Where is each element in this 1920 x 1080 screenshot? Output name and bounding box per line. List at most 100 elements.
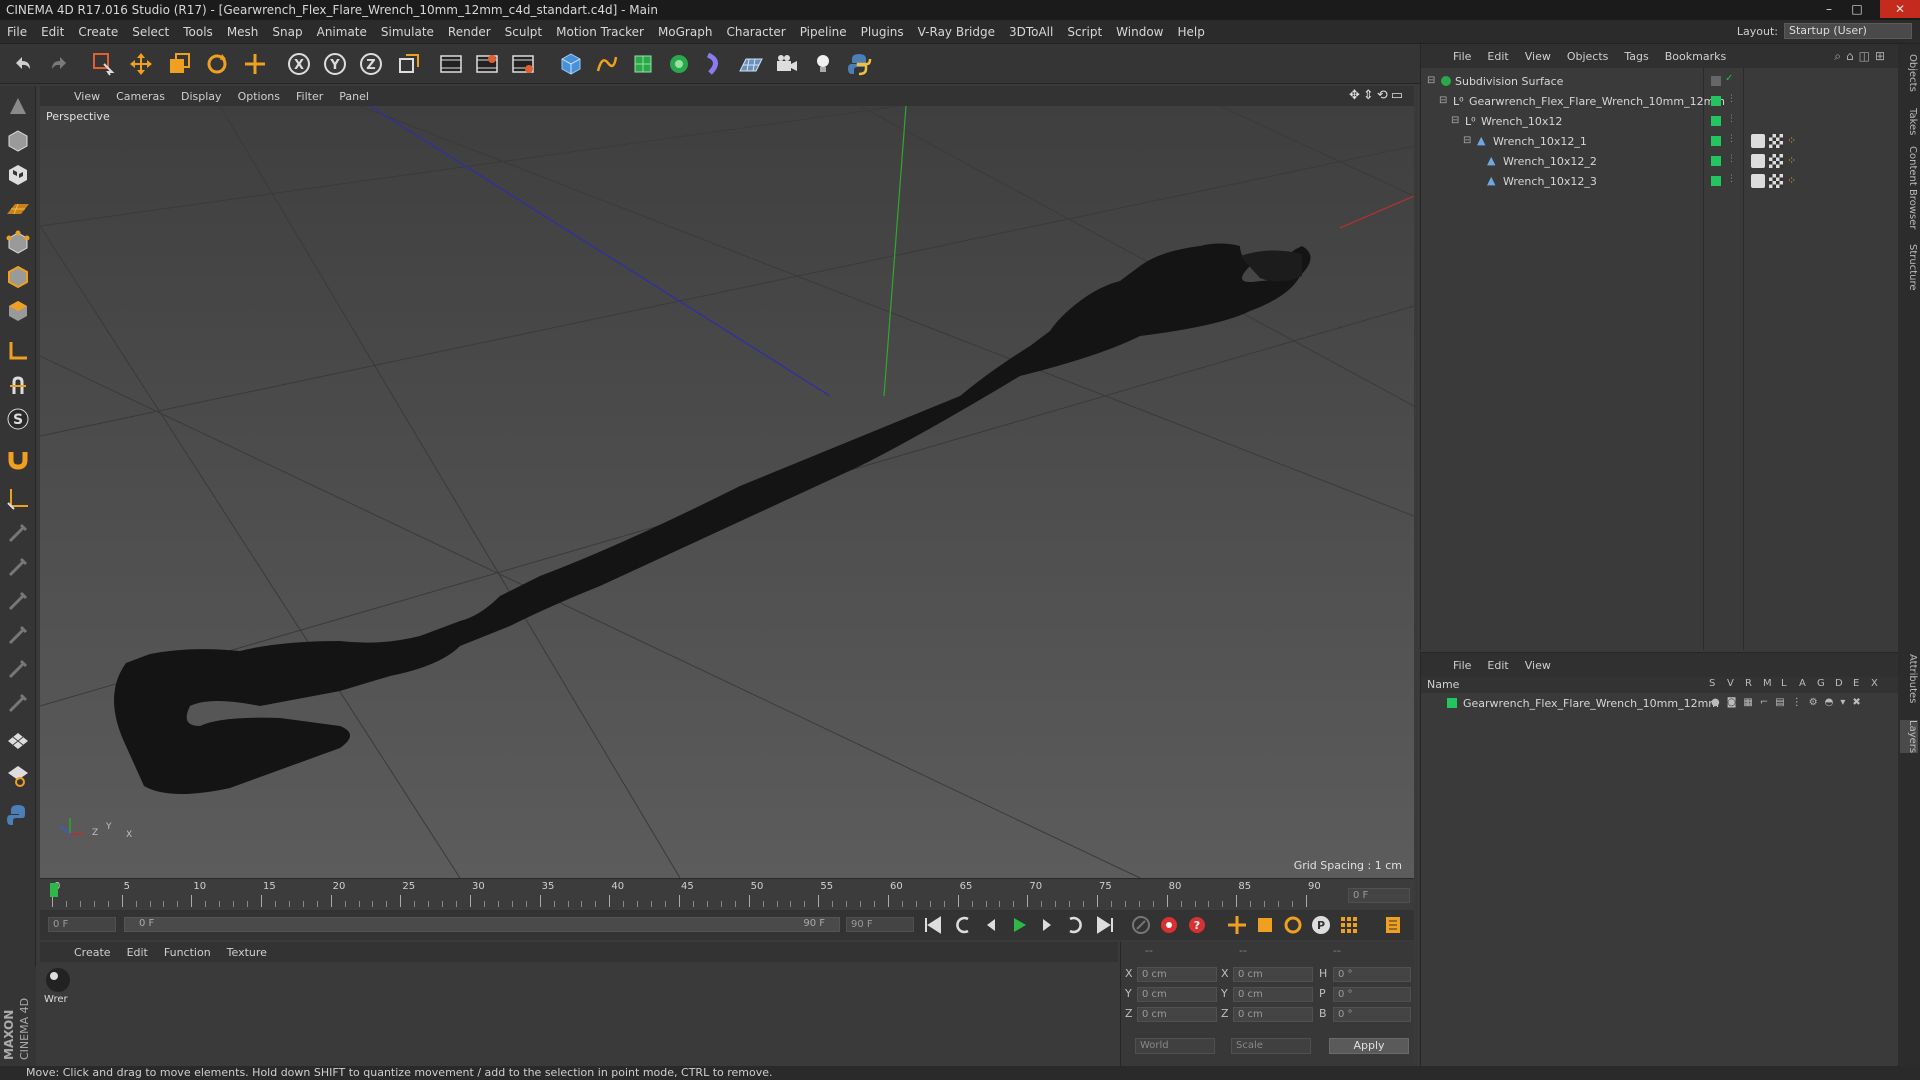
python-icon[interactable] xyxy=(844,49,874,79)
key-point-level-icon[interactable] xyxy=(1336,912,1362,938)
tree-row[interactable]: ▲ Wrench_10x12_2 ⋮ ⁘ xyxy=(1421,152,1899,172)
apply-button[interactable]: Apply xyxy=(1329,1038,1409,1054)
render-to-picture-viewer-icon[interactable] xyxy=(472,49,502,79)
layout-dropdown[interactable]: Startup (User) xyxy=(1784,23,1912,39)
magnet-icon[interactable] xyxy=(3,444,33,474)
start-frame-field[interactable]: 0 F xyxy=(48,917,116,932)
phong-tag-icon[interactable]: ⁘ xyxy=(1787,134,1796,147)
rot-h-field[interactable]: 0 ° xyxy=(1333,967,1411,982)
tab-attributes[interactable]: Attributes xyxy=(1900,654,1918,703)
layer-swatch[interactable] xyxy=(1711,116,1721,126)
layer-column-header[interactable]: S xyxy=(1709,678,1715,689)
texture-mode-icon[interactable] xyxy=(3,160,33,190)
layer-swatch[interactable] xyxy=(1711,176,1721,186)
floor-icon[interactable] xyxy=(736,49,766,79)
layer-column-header[interactable]: R xyxy=(1745,678,1752,689)
tree-row[interactable]: ⊟ L⁰ Wrench_10x12 ⋮ xyxy=(1421,112,1899,132)
menu-file[interactable]: File xyxy=(0,25,34,39)
viewport-menu-panel[interactable]: Panel xyxy=(331,90,377,103)
menu-tools[interactable]: Tools xyxy=(176,25,220,39)
key-rotation-icon[interactable] xyxy=(1280,912,1306,938)
layer-column-header[interactable]: A xyxy=(1799,678,1806,689)
sculpt-brush-6-icon[interactable] xyxy=(3,688,33,718)
close-button[interactable]: ✕ xyxy=(1880,0,1920,18)
menu-simulate[interactable]: Simulate xyxy=(374,25,441,39)
layer-column-header[interactable]: L xyxy=(1781,678,1787,689)
menu-pipeline[interactable]: Pipeline xyxy=(793,25,854,39)
rotate-tool-icon[interactable] xyxy=(202,49,232,79)
menu-sculpt[interactable]: Sculpt xyxy=(498,25,549,39)
cloner-icon[interactable] xyxy=(664,49,694,79)
layer-column-header[interactable]: E xyxy=(1853,678,1859,689)
viewport-navigation-icons[interactable]: ✥⇕⟲▭ xyxy=(1349,88,1406,103)
menu-motion-tracker[interactable]: Motion Tracker xyxy=(549,25,651,39)
visibility-dots-icon[interactable]: ⋮ xyxy=(1727,174,1736,184)
snap-icon[interactable]: S xyxy=(3,404,33,434)
rot-b-field[interactable]: 0 ° xyxy=(1333,1007,1411,1022)
model-mode-icon[interactable] xyxy=(3,126,33,156)
viewport-menu-filter[interactable]: Filter xyxy=(288,90,331,103)
live-selection-icon[interactable] xyxy=(88,49,118,79)
render-view-icon[interactable] xyxy=(436,49,466,79)
layer-row[interactable]: Gearwrench_Flex_Flare_Wrench_10mm_12mm ●… xyxy=(1421,695,1899,713)
layer-swatch[interactable] xyxy=(1711,76,1721,86)
autokey-icon[interactable]: ? xyxy=(1184,912,1210,938)
viewport-menu-view[interactable]: View xyxy=(66,90,108,103)
pos-x-field[interactable]: 0 cm xyxy=(1137,967,1217,982)
maximize-button[interactable]: □ xyxy=(1844,0,1870,18)
phong-tag-icon[interactable]: ⁘ xyxy=(1787,154,1796,167)
tab-objects[interactable]: Objects xyxy=(1900,54,1918,92)
tweak-mode-icon[interactable] xyxy=(3,370,33,400)
phong-tag-icon[interactable]: ⁘ xyxy=(1787,174,1796,187)
menu-select[interactable]: Select xyxy=(125,25,176,39)
layer-menu-view[interactable]: View xyxy=(1517,659,1559,672)
keyframe-selection-icon[interactable] xyxy=(1128,912,1154,938)
tab-structure[interactable]: Structure xyxy=(1900,244,1918,291)
camera-icon[interactable] xyxy=(772,49,802,79)
material-menu-create[interactable]: Create xyxy=(66,946,119,959)
scale-tool-icon[interactable] xyxy=(164,49,194,79)
subdivision-surface-icon[interactable] xyxy=(628,49,658,79)
sculpt-brush-4-icon[interactable] xyxy=(3,620,33,650)
sculpt-brush-3-icon[interactable] xyxy=(3,586,33,616)
sculpt-brush-1-icon[interactable] xyxy=(3,518,33,548)
layer-column-header[interactable]: X xyxy=(1871,678,1878,689)
recent-tool-icon[interactable] xyxy=(240,49,270,79)
obj-menu-file[interactable]: File xyxy=(1445,50,1479,63)
size-y-field[interactable]: 0 cm xyxy=(1233,987,1313,1002)
obj-menu-view[interactable]: View xyxy=(1517,50,1559,63)
collapse-icon[interactable]: ⊟ xyxy=(1439,95,1447,106)
layer-menu-file[interactable]: File xyxy=(1445,659,1479,672)
menu-script[interactable]: Script xyxy=(1060,25,1109,39)
key-parameter-icon[interactable]: P xyxy=(1308,912,1334,938)
material-menu-edit[interactable]: Edit xyxy=(119,946,156,959)
deformer-icon[interactable] xyxy=(700,49,730,79)
material-tag-icon[interactable] xyxy=(1751,154,1765,168)
current-frame-field[interactable]: 0 F xyxy=(1348,888,1410,903)
workplane-axis-icon[interactable] xyxy=(3,484,33,514)
make-editable-icon[interactable] xyxy=(3,92,33,122)
tab-layers[interactable]: Layers xyxy=(1900,720,1918,754)
menu-create[interactable]: Create xyxy=(71,25,125,39)
playhead[interactable] xyxy=(50,883,58,897)
axis-mode-icon[interactable] xyxy=(3,336,33,366)
obj-search-home-icons[interactable]: ⌕⌂◫⊞ xyxy=(1834,49,1890,64)
edges-mode-icon[interactable] xyxy=(3,262,33,292)
sculpt-brush-5-icon[interactable] xyxy=(3,654,33,684)
menu-plugins[interactable]: Plugins xyxy=(854,25,911,39)
menu-3dtoall[interactable]: 3DToAll xyxy=(1002,25,1060,39)
layer-menu-edit[interactable]: Edit xyxy=(1479,659,1516,672)
loop-icon[interactable] xyxy=(1062,912,1088,938)
material-menu-function[interactable]: Function xyxy=(156,946,219,959)
spline-pen-icon[interactable] xyxy=(592,49,622,79)
key-position-icon[interactable] xyxy=(1224,912,1250,938)
record-icon[interactable] xyxy=(1156,912,1182,938)
viewport-menu-cameras[interactable]: Cameras xyxy=(108,90,173,103)
collapse-icon[interactable]: ⊟ xyxy=(1427,75,1435,86)
coordinate-system-icon[interactable] xyxy=(394,49,424,79)
sculpt-brush-2-icon[interactable] xyxy=(3,552,33,582)
rot-p-field[interactable]: 0 ° xyxy=(1333,987,1411,1002)
frame-range-slider[interactable]: 0 F 90 F xyxy=(124,917,840,932)
menu-window[interactable]: Window xyxy=(1109,25,1170,39)
tab-content-browser[interactable]: Content Browser xyxy=(1900,146,1918,229)
